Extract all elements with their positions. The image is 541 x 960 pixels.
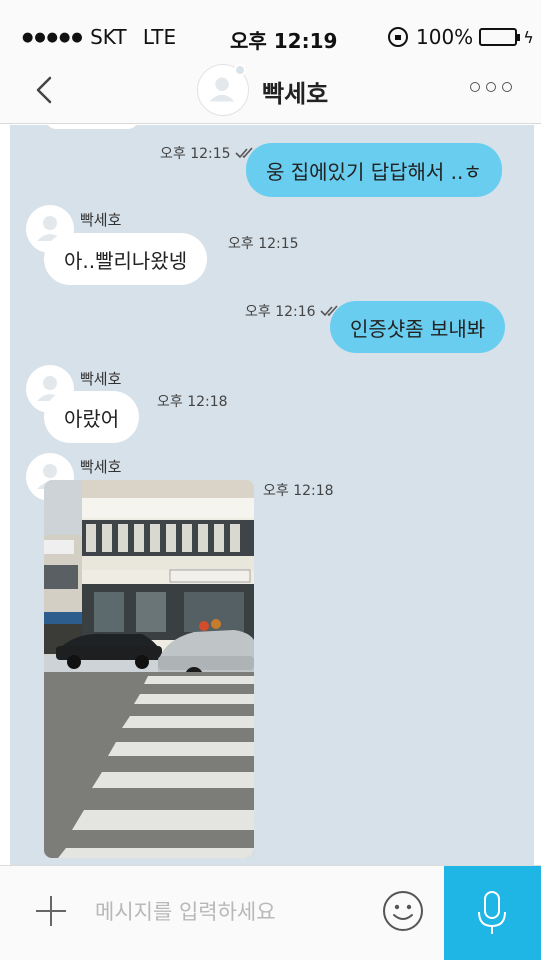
message-input-bar xyxy=(0,865,541,960)
message-time-text: 오후 12:16 xyxy=(245,304,316,320)
smiley-icon[interactable] xyxy=(382,890,424,932)
chat-screen: ●●●●● SKT LTE 오후 12:19 100% ϟ 빡세호 오후 12:… xyxy=(0,0,541,960)
more-options-icon[interactable] xyxy=(470,82,512,92)
status-time: 오후 12:19 xyxy=(230,29,338,53)
message-time: 오후 12:15 xyxy=(228,233,299,253)
sender-name: 빡세호 xyxy=(80,458,122,476)
message-list[interactable]: 오후 12:15 웅 집에있기 답답해서 ..ㅎ 빡세호 아..빨리나왔넹 오후… xyxy=(10,125,534,865)
rotation-lock-icon xyxy=(388,27,408,47)
carrier-signal: ●●●●● SKT LTE xyxy=(22,25,176,49)
online-status-dot xyxy=(234,64,246,76)
street-photo-image xyxy=(44,480,254,858)
voice-record-button[interactable] xyxy=(444,866,541,960)
battery-icon xyxy=(479,28,521,46)
message-time: 오후 12:18 xyxy=(157,391,228,411)
outgoing-message-bubble[interactable]: 인증샷좀 보내봐 xyxy=(330,301,506,353)
signal-strength-icon: ●●●●● xyxy=(22,30,84,45)
incoming-message-bubble[interactable]: 아랐어 xyxy=(44,391,140,443)
contact-name[interactable]: 빡세호 xyxy=(262,74,328,109)
network-type: LTE xyxy=(142,25,177,49)
back-chevron-icon[interactable] xyxy=(30,72,60,108)
message-time: 오후 12:18 xyxy=(263,480,334,500)
incoming-message-bubble[interactable]: 아..빨리나왔넹 xyxy=(44,233,208,285)
chat-header: 빡세호 xyxy=(0,58,541,124)
message-time-text: 오후 12:15 xyxy=(160,146,231,162)
carrier-name: SKT xyxy=(90,25,127,49)
plus-icon[interactable] xyxy=(34,894,68,928)
message-input[interactable] xyxy=(95,892,365,932)
microphone-icon xyxy=(478,891,506,934)
sender-name: 빡세호 xyxy=(80,211,122,229)
status-right: 100% ϟ xyxy=(388,25,534,49)
message-time-text: 오후 12:15 xyxy=(228,236,299,252)
message-time-text: 오후 12:18 xyxy=(157,394,228,410)
message-time: 오후 12:15 xyxy=(160,143,255,163)
photo-message[interactable] xyxy=(44,480,254,858)
message-time: 오후 12:16 xyxy=(245,301,340,321)
sender-name: 빡세호 xyxy=(80,370,122,388)
outgoing-message-bubble[interactable]: 웅 집에있기 답답해서 ..ㅎ xyxy=(246,143,502,197)
previous-message-partial xyxy=(46,125,138,129)
battery-percent: 100% xyxy=(416,25,474,49)
message-time-text: 오후 12:18 xyxy=(263,483,334,499)
charging-bolt-icon: ϟ xyxy=(523,27,534,47)
